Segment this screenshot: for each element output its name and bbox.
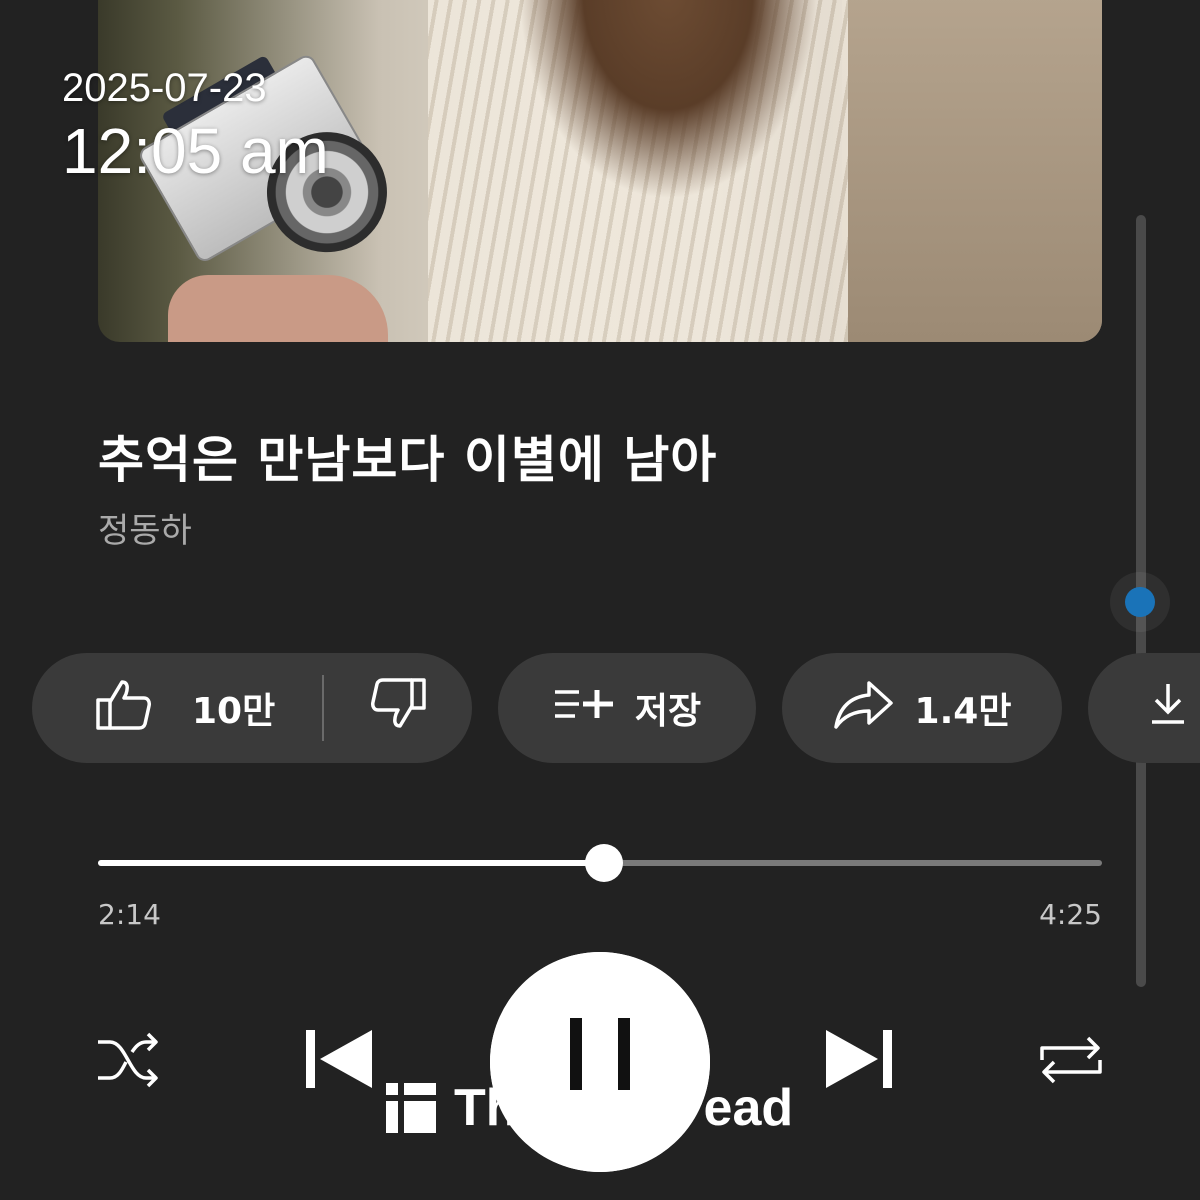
- shuffle-button[interactable]: [96, 1032, 162, 1092]
- clock-overlay: 2025-07-23 12:05 am: [62, 62, 329, 188]
- share-arrow-icon: [833, 679, 895, 738]
- thumbs-down-icon: [370, 677, 426, 739]
- progress-fill: [98, 860, 605, 866]
- next-button[interactable]: [820, 1028, 900, 1094]
- total-time: 4:25: [1039, 898, 1102, 931]
- dislike-button[interactable]: [324, 677, 426, 739]
- download-icon: [1148, 682, 1188, 735]
- share-count: 1.4만: [914, 691, 1012, 732]
- watermark-logo-icon: [386, 1083, 436, 1133]
- scrollbar-thumb[interactable]: [1110, 572, 1170, 632]
- like-count: 10만: [192, 691, 276, 732]
- current-time: 2:14: [98, 898, 161, 931]
- music-player-screen: 2025-07-23 12:05 am 추억은 만남보다 이별에 남아 정동하 …: [0, 0, 1200, 1200]
- repeat-icon: [1036, 1030, 1106, 1094]
- previous-button[interactable]: [300, 1028, 380, 1094]
- progress-knob[interactable]: [585, 844, 624, 882]
- skip-previous-icon: [300, 1026, 380, 1096]
- like-dislike-pill: 10만: [32, 653, 472, 763]
- like-button[interactable]: 10만: [32, 678, 322, 739]
- artist-name[interactable]: 정동하: [98, 503, 192, 552]
- date-text: 2025-07-23: [62, 66, 267, 110]
- save-label: 저장: [634, 691, 702, 732]
- watermark-text-suffix: ead: [703, 1079, 794, 1137]
- share-button[interactable]: 1.4만: [782, 653, 1062, 763]
- save-button[interactable]: 저장: [498, 653, 756, 763]
- playlist-add-icon: [553, 684, 615, 733]
- shuffle-icon: [96, 1030, 162, 1094]
- time-text: 12:05 am: [62, 115, 329, 187]
- skip-next-icon: [820, 1026, 900, 1096]
- thumbs-up-icon: [96, 678, 152, 739]
- progress-bar[interactable]: [98, 844, 1102, 882]
- watermark-text: Th: [454, 1079, 518, 1137]
- song-title: 추억은 만남보다 이별에 남아: [98, 431, 718, 489]
- repeat-button[interactable]: [1036, 1032, 1106, 1092]
- watermark: Th ead: [386, 1078, 793, 1138]
- pause-button[interactable]: [490, 952, 710, 1172]
- download-button[interactable]: [1088, 653, 1200, 763]
